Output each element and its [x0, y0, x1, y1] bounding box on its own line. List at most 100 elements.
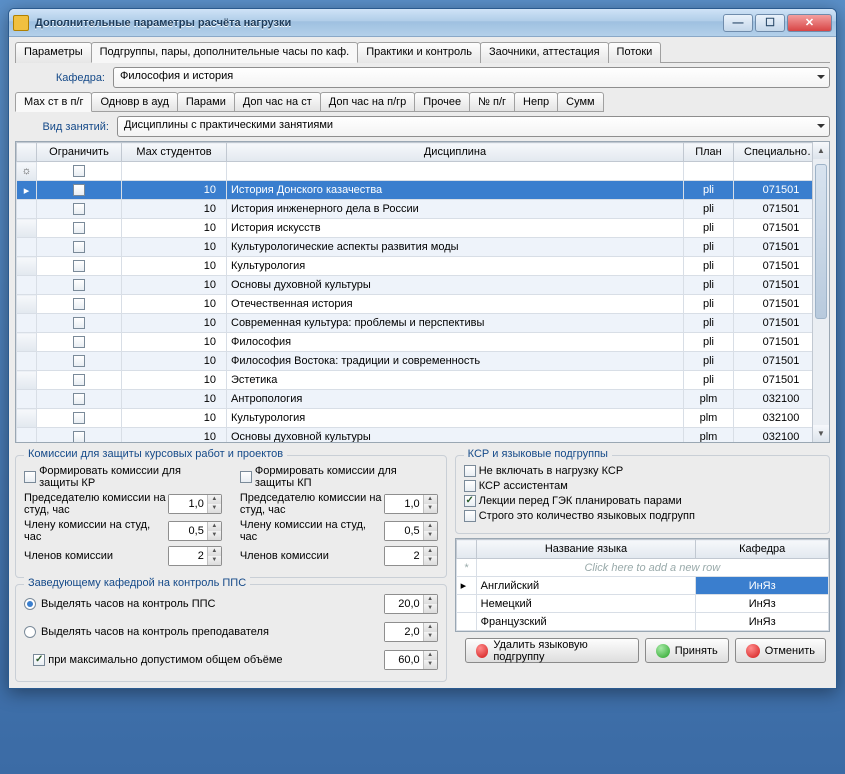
add-row[interactable]: *Click here to add a new row [456, 559, 828, 577]
table-row[interactable]: 10Современная культура: проблемы и персп… [17, 314, 829, 333]
opt-pps-radio[interactable] [24, 598, 36, 610]
table-row[interactable]: 10Эстетикаpli071501 [17, 371, 829, 390]
col-plan[interactable]: План [684, 143, 734, 162]
chlen2-spin[interactable]: ▲▼ [384, 521, 438, 541]
main-tab-3[interactable]: Заочники, аттестация [480, 42, 609, 63]
lang-name: Английский [476, 577, 696, 595]
cell-disc: Отечественная история [227, 295, 684, 314]
ksr-ass-checkbox[interactable] [464, 480, 476, 492]
row-checkbox[interactable] [73, 317, 85, 329]
row-checkbox[interactable] [73, 355, 85, 367]
sub-tab-6[interactable]: № п/г [469, 92, 515, 112]
pred-spin[interactable]: ▲▼ [168, 494, 222, 514]
row-checkbox[interactable] [73, 260, 85, 272]
count-spin[interactable]: ▲▼ [168, 546, 222, 566]
chlen-spin[interactable]: ▲▼ [168, 521, 222, 541]
close-button[interactable]: ✕ [787, 14, 832, 32]
sub-tab-5[interactable]: Прочее [414, 92, 470, 112]
table-row[interactable]: 10Культурологические аспекты развития мо… [17, 238, 829, 257]
row-checkbox[interactable] [73, 184, 85, 196]
pred2-spin[interactable]: ▲▼ [384, 494, 438, 514]
col-limit[interactable]: Ограничить [37, 143, 122, 162]
chlen2-input[interactable] [385, 522, 423, 540]
minimize-button[interactable]: — [723, 14, 753, 32]
scroll-thumb[interactable] [815, 164, 827, 319]
pred-input[interactable] [169, 495, 207, 513]
sub-tab-4[interactable]: Доп час на п/гр [320, 92, 416, 112]
no-ksr-checkbox[interactable] [464, 465, 476, 477]
form-kp-checkbox[interactable] [240, 471, 252, 483]
sub-tab-2[interactable]: Парами [177, 92, 235, 112]
table-row[interactable]: 10Антропологияplm032100 [17, 390, 829, 409]
v1-input[interactable] [385, 595, 423, 613]
pred2-input[interactable] [385, 495, 423, 513]
chlen-input[interactable] [169, 522, 207, 540]
table-row[interactable]: 10Основы духовной культурыpli071501 [17, 276, 829, 295]
titlebar[interactable]: Дополнительные параметры расчёта нагрузк… [9, 9, 836, 37]
table-row[interactable]: 10Культурологияpli071501 [17, 257, 829, 276]
row-checkbox[interactable] [73, 203, 85, 215]
cancel-button[interactable]: Отменить [735, 638, 826, 663]
row-checkbox[interactable] [73, 431, 85, 443]
lection-checkbox[interactable] [464, 495, 476, 507]
lang-col-name[interactable]: Название языка [476, 540, 696, 559]
v2-input[interactable] [385, 623, 423, 641]
filter-checkbox[interactable] [73, 165, 85, 177]
count2-spin[interactable]: ▲▼ [384, 546, 438, 566]
main-tab-1[interactable]: Подгруппы, пары, дополнительные часы по … [91, 42, 359, 63]
table-row[interactable]: 10Философия Востока: традиции и современ… [17, 352, 829, 371]
main-tab-4[interactable]: Потоки [608, 42, 662, 63]
table-row[interactable]: 10Отечественная историяpli071501 [17, 295, 829, 314]
sub-tab-0[interactable]: Мах ст в п/г [15, 92, 92, 112]
form-kr-checkbox[interactable] [24, 471, 36, 483]
cell-max: 10 [122, 409, 227, 428]
row-checkbox[interactable] [73, 222, 85, 234]
v2-spin[interactable]: ▲▼ [384, 622, 438, 642]
max-vol-checkbox[interactable] [33, 654, 45, 666]
delete-lang-button[interactable]: Удалить языковую подгруппу [465, 638, 639, 663]
row-checkbox[interactable] [73, 279, 85, 291]
table-row[interactable]: 10Культурологияplm032100 [17, 409, 829, 428]
table-row[interactable]: ▸10История Донского казачестваpli071501 [17, 181, 829, 200]
row-checkbox[interactable] [73, 298, 85, 310]
window-content: ПараметрыПодгруппы, пары, дополнительные… [9, 37, 836, 688]
row-checkbox[interactable] [73, 336, 85, 348]
ok-button[interactable]: Принять [645, 638, 729, 663]
opt-teacher-radio[interactable] [24, 626, 36, 638]
row-checkbox[interactable] [73, 374, 85, 386]
kafedra-combo[interactable]: Философия и история [113, 67, 830, 88]
main-tab-2[interactable]: Практики и контроль [357, 42, 481, 63]
disciplines-grid[interactable]: Ограничить Мах студентов Дисциплина План… [15, 141, 830, 443]
scroll-up-icon[interactable]: ▲ [813, 142, 829, 159]
row-checkbox[interactable] [73, 412, 85, 424]
table-row[interactable]: 10История искусствpli071501 [17, 219, 829, 238]
maximize-button[interactable]: ☐ [755, 14, 785, 32]
row-checkbox[interactable] [73, 393, 85, 405]
lang-row[interactable]: ФранцузскийИнЯз [456, 613, 828, 631]
vid-combo[interactable]: Дисциплины с практическими занятиями [117, 116, 830, 137]
grid-scrollbar[interactable]: ▲ ▼ [812, 142, 829, 442]
lang-row[interactable]: НемецкийИнЯз [456, 595, 828, 613]
sub-tab-1[interactable]: Одновр в ауд [91, 92, 177, 112]
scroll-down-icon[interactable]: ▼ [813, 425, 829, 442]
v3-input[interactable] [385, 651, 423, 669]
col-max[interactable]: Мах студентов [122, 143, 227, 162]
count-input[interactable] [169, 547, 207, 565]
lang-col-kaf[interactable]: Кафедра [696, 540, 829, 559]
v3-spin[interactable]: ▲▼ [384, 650, 438, 670]
sub-tab-7[interactable]: Непр [514, 92, 558, 112]
language-grid[interactable]: Название языка Кафедра *Click here to ad… [455, 538, 830, 632]
lang-row[interactable]: ▸АнглийскийИнЯз [456, 577, 828, 595]
strict-checkbox[interactable] [464, 510, 476, 522]
count2-input[interactable] [385, 547, 423, 565]
sub-tab-8[interactable]: Сумм [557, 92, 603, 112]
table-row[interactable]: 10Философияpli071501 [17, 333, 829, 352]
main-tab-0[interactable]: Параметры [15, 42, 92, 63]
v1-spin[interactable]: ▲▼ [384, 594, 438, 614]
table-row[interactable]: 10История инженерного дела в Россииpli07… [17, 200, 829, 219]
table-row[interactable]: 10Основы духовной культурыplm032100 [17, 428, 829, 444]
row-checkbox[interactable] [73, 241, 85, 253]
window-title: Дополнительные параметры расчёта нагрузк… [35, 17, 721, 29]
col-disc[interactable]: Дисциплина [227, 143, 684, 162]
sub-tab-3[interactable]: Доп час на ст [234, 92, 321, 112]
